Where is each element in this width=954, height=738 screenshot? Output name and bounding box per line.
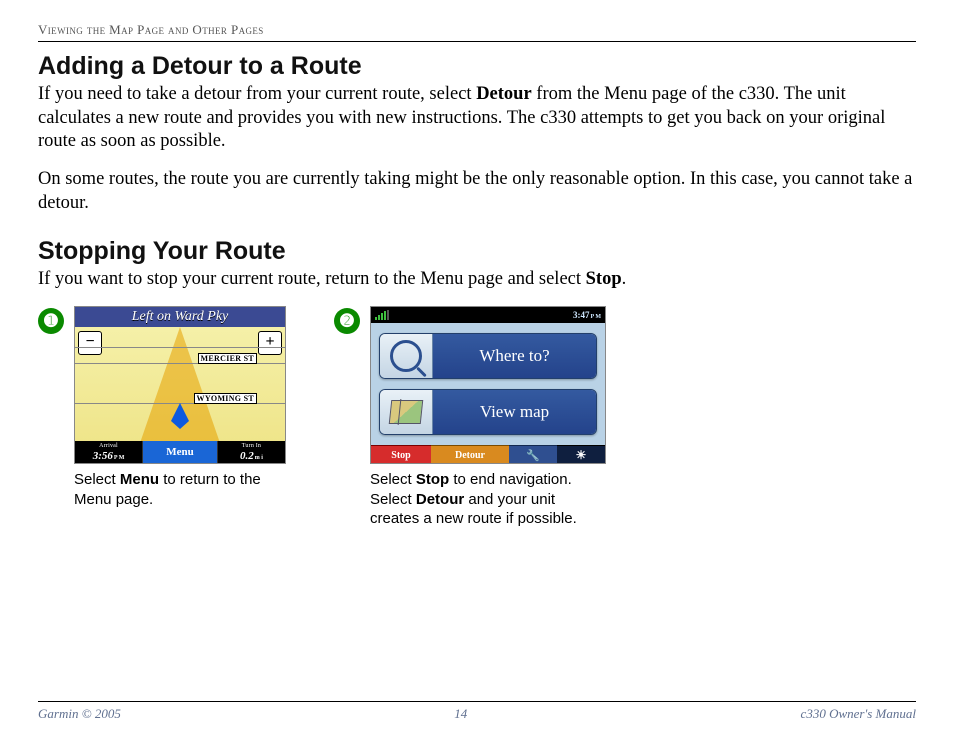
figure-caption-2: Select Stop to end navigation. Select De…	[370, 470, 604, 529]
turn-panel[interactable]: Turn In 0.2m i	[218, 441, 285, 463]
where-to-label: Where to?	[433, 334, 596, 378]
zoom-in-button[interactable]: +	[258, 331, 282, 355]
road-label: MERCIER ST	[198, 353, 257, 364]
body-paragraph: If you need to take a detour from your c…	[38, 83, 916, 154]
footer-left: Garmin © 2005	[38, 706, 121, 722]
detour-button[interactable]: Detour	[431, 445, 509, 464]
figure-step-1: ➊ Left on Ward Pky − + MERCIER ST WYOMIN…	[38, 306, 286, 529]
status-bar: 3:47P M	[371, 307, 605, 323]
turn-distance: 0.2	[240, 450, 254, 462]
text: .	[622, 269, 627, 289]
view-map-label: View map	[433, 390, 596, 434]
page-footer: Garmin © 2005 14 c330 Owner's Manual	[38, 701, 916, 722]
body-paragraph: On some routes, the route you are curren…	[38, 168, 916, 215]
step-badge-1: ➊	[38, 308, 64, 334]
where-to-button[interactable]: Where to?	[379, 333, 597, 379]
magnifier-icon	[380, 334, 433, 378]
figure-row: ➊ Left on Ward Pky − + MERCIER ST WYOMIN…	[38, 306, 916, 529]
clock-time: 3:47	[573, 310, 590, 320]
menu-button[interactable]: Menu	[143, 441, 218, 463]
road-line	[75, 347, 285, 348]
text: If you want to stop your current route, …	[38, 269, 586, 289]
arrival-panel[interactable]: Arrival 3:56P M	[75, 441, 143, 463]
menu-bottom-bar: Stop Detour 🔧 ☀	[371, 445, 605, 463]
menu-body: Where to? View map	[371, 323, 605, 445]
bold-term: Menu	[120, 471, 159, 488]
body-paragraph: If you want to stop your current route, …	[38, 268, 916, 292]
page-header: Viewing the Map Page and Other Pages	[38, 22, 916, 42]
stop-button[interactable]: Stop	[371, 445, 431, 464]
turn-label: Turn In	[242, 443, 261, 450]
section-heading-detour: Adding a Detour to a Route	[38, 52, 916, 81]
settings-button[interactable]: 🔧	[509, 445, 557, 464]
text: Select	[370, 471, 416, 488]
bold-term: Stop	[416, 471, 449, 488]
brightness-button[interactable]: ☀	[557, 445, 605, 464]
menu-screenshot: 3:47P M Where to? View map Stop Detour �	[370, 306, 606, 464]
signal-icon	[375, 310, 389, 320]
vehicle-icon	[171, 403, 189, 421]
turn-unit: m i	[255, 455, 263, 461]
map-screenshot: Left on Ward Pky − + MERCIER ST WYOMING …	[74, 306, 286, 464]
map-icon	[380, 390, 433, 434]
zoom-out-button[interactable]: −	[78, 331, 102, 355]
bold-term: Stop	[586, 269, 622, 289]
arrival-label: Arrival	[99, 443, 118, 450]
arrival-time: 3:56	[93, 450, 113, 462]
step-badge-2: ➋	[334, 308, 360, 334]
clock-unit: P M	[591, 314, 602, 320]
menu-label: Menu	[166, 446, 194, 458]
arrival-unit: P M	[114, 455, 125, 461]
figure-2-column: 3:47P M Where to? View map Stop Detour �	[370, 306, 606, 529]
text: Select	[74, 471, 120, 488]
figure-caption-1: Select Menu to return to the Menu page.	[74, 470, 284, 509]
bold-term: Detour	[416, 491, 464, 508]
road-label: WYOMING ST	[194, 393, 257, 404]
view-map-button[interactable]: View map	[379, 389, 597, 435]
footer-right: c330 Owner's Manual	[801, 706, 916, 722]
figure-step-2: ➋ 3:47P M Where to? View map	[334, 306, 606, 529]
map-direction-bar: Left on Ward Pky	[75, 307, 285, 328]
text: If you need to take a detour from your c…	[38, 84, 476, 104]
section-heading-stop: Stopping Your Route	[38, 237, 916, 266]
figure-1-column: Left on Ward Pky − + MERCIER ST WYOMING …	[74, 306, 286, 509]
bold-term: Detour	[476, 84, 531, 104]
footer-page-number: 14	[454, 706, 467, 722]
map-bottom-bar: Arrival 3:56P M Menu Turn In 0.2m i	[75, 441, 285, 463]
